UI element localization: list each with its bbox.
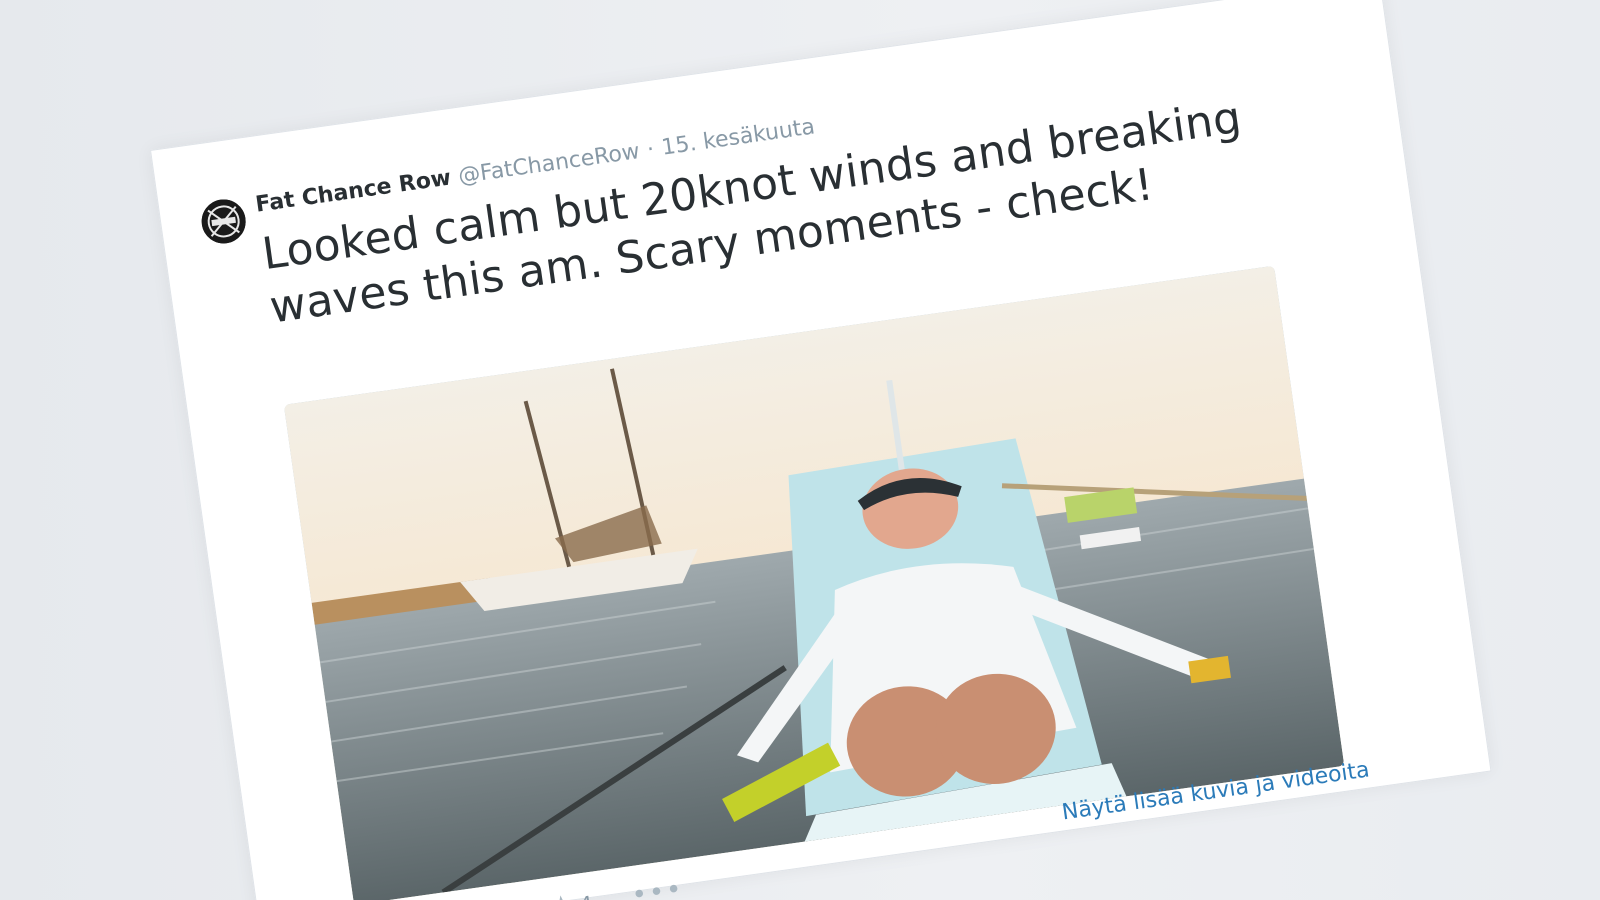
more-dots-icon[interactable]: ••• (630, 874, 686, 900)
screenshot-stage: Fat Chance Row @FatChanceRow · 15. kesäk… (0, 0, 1600, 900)
tweet-actions: ★ 4 ••• (548, 874, 685, 900)
star-icon[interactable]: ★ (548, 890, 575, 900)
header-separator: · (645, 136, 656, 163)
avatar-icon (201, 199, 246, 244)
favorite-action[interactable]: ★ 4 (548, 887, 594, 900)
favorites-count: 4 (578, 891, 594, 900)
avatar[interactable] (198, 196, 249, 247)
tweet-card: Fat Chance Row @FatChanceRow · 15. kesäk… (150, 0, 1492, 900)
